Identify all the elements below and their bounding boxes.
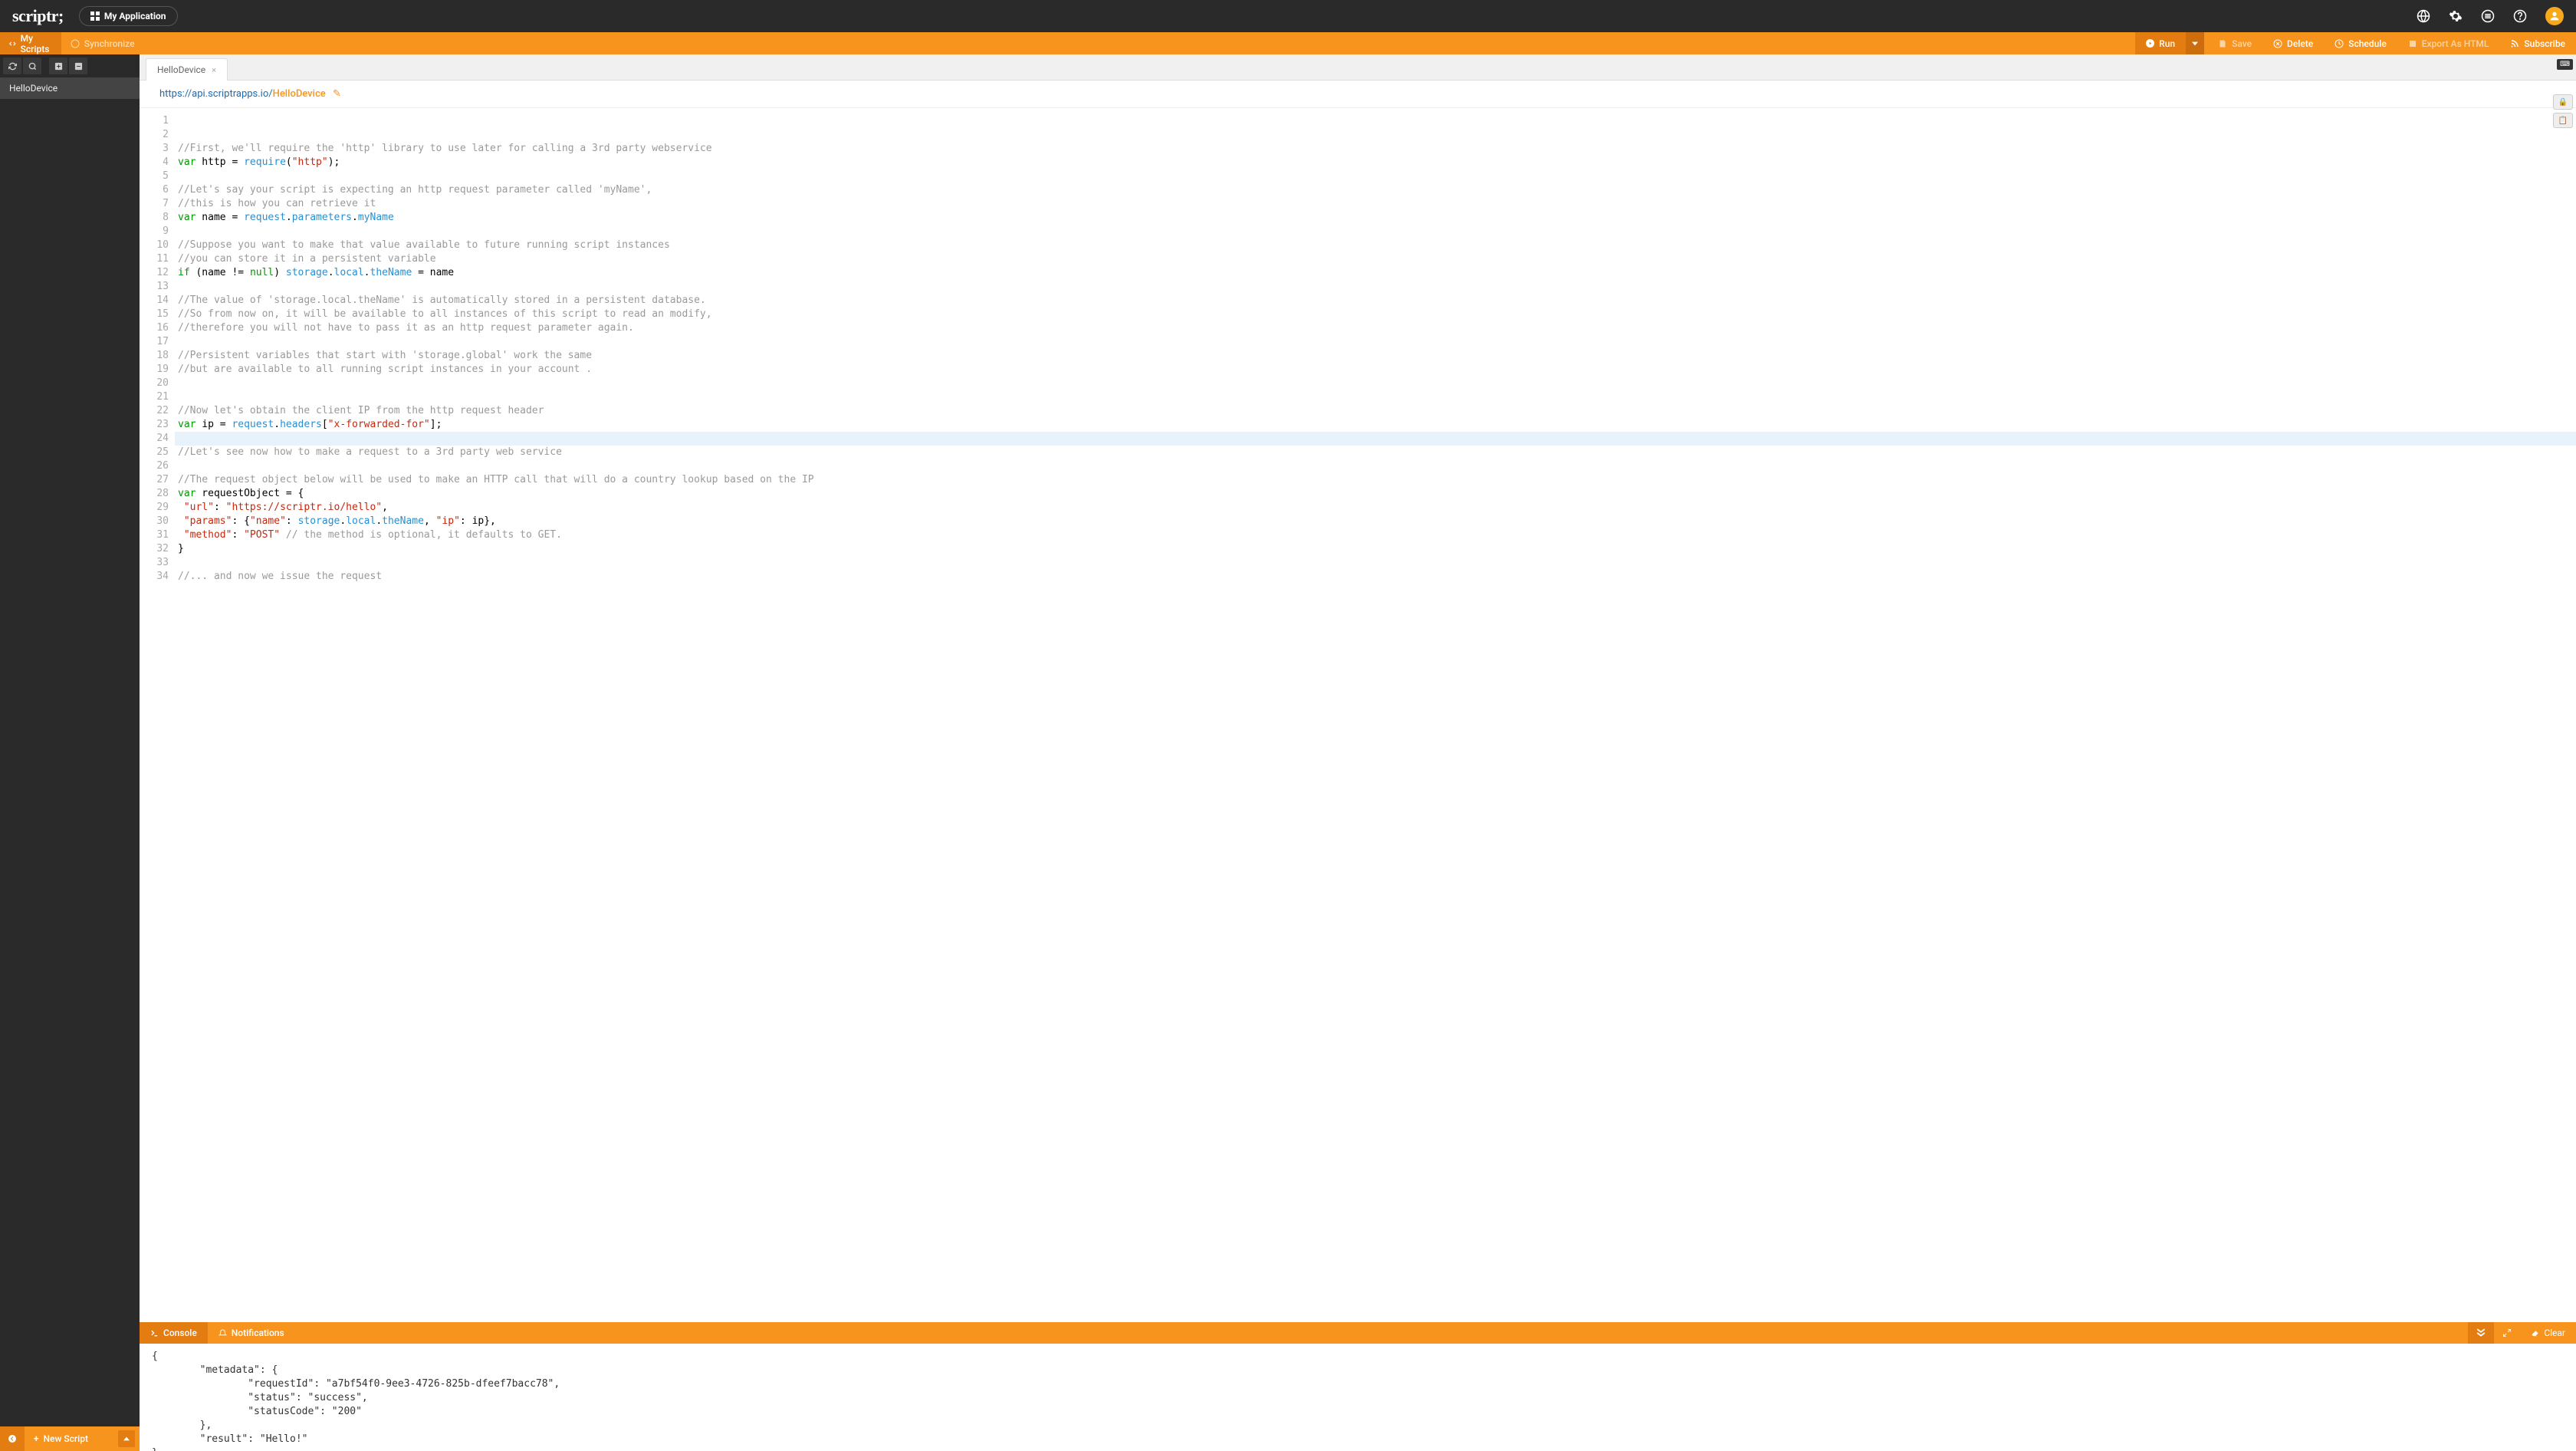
acl-lock-icon[interactable]: 🔒 [2553,94,2573,110]
avatar[interactable] [2545,7,2564,25]
console-output[interactable]: { "metadata": { "requestId": "a7bf54f0-9… [140,1344,2576,1451]
editor-tab-label: HelloDevice [157,64,205,75]
add-button[interactable] [49,58,67,74]
editor-tabs: HelloDevice × [140,54,2576,81]
save-button[interactable]: Save [2207,32,2262,54]
sync-icon [71,39,80,48]
clear-label: Clear [2544,1328,2565,1338]
export-icon [2408,39,2417,48]
sidebar-toolbar [0,54,140,77]
new-script-dropdown[interactable] [118,1430,135,1447]
url-base: https://api.scriptrapps.io/ [159,88,273,100]
editor-side-controls: 🔒 📋 [2553,94,2573,128]
editor-area: ⌨ HelloDevice × https://api.scriptrapps.… [140,54,2576,1451]
logo: scriptr; [12,6,64,26]
minus-icon [74,62,83,71]
console-panel: Console Notifications Clear [140,1322,2576,1451]
export-button[interactable]: Export As HTML [2397,32,2500,54]
header-left: scriptr; My Application [12,6,178,26]
gear-icon[interactable] [2449,9,2463,23]
header-right [2417,7,2564,25]
caret-down-icon [2192,41,2198,47]
edit-url-icon[interactable]: ✎ [333,88,341,100]
subscribe-button[interactable]: Subscribe [2499,32,2576,54]
clock-icon [2334,39,2344,48]
url-path: HelloDevice [273,88,326,100]
tab-synchronize[interactable]: Synchronize [61,32,144,54]
rss-icon [2510,39,2519,48]
log-settings-icon[interactable]: 📋 [2553,113,2573,128]
top-header: scriptr; My Application [0,0,2576,32]
caret-up-icon [123,1436,130,1442]
run-button[interactable]: Run [2135,32,2186,54]
new-script-button[interactable]: + New Script [25,1433,118,1444]
code-editor[interactable]: 1234567891011121314151617181920212223242… [140,108,2576,1322]
line-gutter: 1234567891011121314151617181920212223242… [140,108,175,1322]
delete-label: Delete [2287,38,2313,49]
delete-icon [2273,39,2282,48]
globe-icon[interactable] [2417,9,2430,23]
action-bar: Run Save Delete Schedule Export As HTML … [2135,32,2576,54]
tab-my-scripts[interactable]: My Scripts [0,32,61,54]
terminal-icon [150,1329,159,1337]
app-selector-button[interactable]: My Application [79,6,178,26]
chevron-left-icon [8,1434,17,1443]
file-tree: HelloDevice [0,77,140,1426]
expand-icon [2502,1328,2512,1337]
schedule-label: Schedule [2348,38,2387,49]
refresh-button[interactable] [3,58,21,74]
collapse-console-button[interactable] [2468,1322,2494,1344]
play-icon [2146,39,2154,48]
sidebar-footer: + New Script [0,1426,140,1451]
search-icon [28,62,37,71]
plus-icon [54,62,63,71]
expand-console-button[interactable] [2494,1322,2520,1344]
app-button-label: My Application [104,11,166,21]
close-tab-icon[interactable]: × [212,65,216,75]
url-bar: https://api.scriptrapps.io/HelloDevice ✎ [140,81,2576,108]
delete-button[interactable]: Delete [2262,32,2324,54]
main-layout: HelloDevice + New Script ⌨ HelloDevice ×… [0,54,2576,1451]
remove-button[interactable] [69,58,87,74]
notifications-tab-label: Notifications [232,1328,284,1338]
run-dropdown[interactable] [2186,32,2204,54]
run-label: Run [2159,38,2175,49]
clear-console-button[interactable]: Clear [2520,1322,2576,1344]
double-chevron-down-icon [2476,1328,2486,1337]
list-icon[interactable] [2481,9,2495,23]
console-tab-label: Console [163,1328,197,1338]
tab-label: My Scripts [21,33,52,54]
sub-header: My Scripts Synchronize Run Save Delete [0,32,2576,54]
collapse-sidebar-button[interactable] [0,1426,25,1451]
keyboard-shortcuts-badge[interactable]: ⌨ [2557,59,2573,70]
sidebar: HelloDevice + New Script [0,54,140,1451]
schedule-button[interactable]: Schedule [2324,32,2397,54]
notifications-tab[interactable]: Notifications [208,1322,295,1344]
file-item[interactable]: HelloDevice [0,77,140,99]
search-button[interactable] [23,58,41,74]
editor-tab[interactable]: HelloDevice × [146,58,228,81]
code-icon [9,39,16,48]
tab-label: Synchronize [84,38,135,49]
save-label: Save [2232,38,2252,49]
save-icon [2218,39,2227,48]
help-icon[interactable] [2513,9,2527,23]
subscribe-label: Subscribe [2524,38,2565,49]
bell-icon [219,1329,227,1337]
eraser-icon [2531,1329,2539,1337]
console-header: Console Notifications Clear [140,1322,2576,1344]
export-label: Export As HTML [2422,38,2489,49]
new-script-label: New Script [44,1433,88,1444]
grid-icon [90,12,100,21]
console-tab[interactable]: Console [140,1322,208,1344]
refresh-icon [8,62,17,71]
code-content[interactable]: //First, we'll require the 'http' librar… [175,108,2576,1322]
left-tabs: My Scripts Synchronize [0,32,140,54]
